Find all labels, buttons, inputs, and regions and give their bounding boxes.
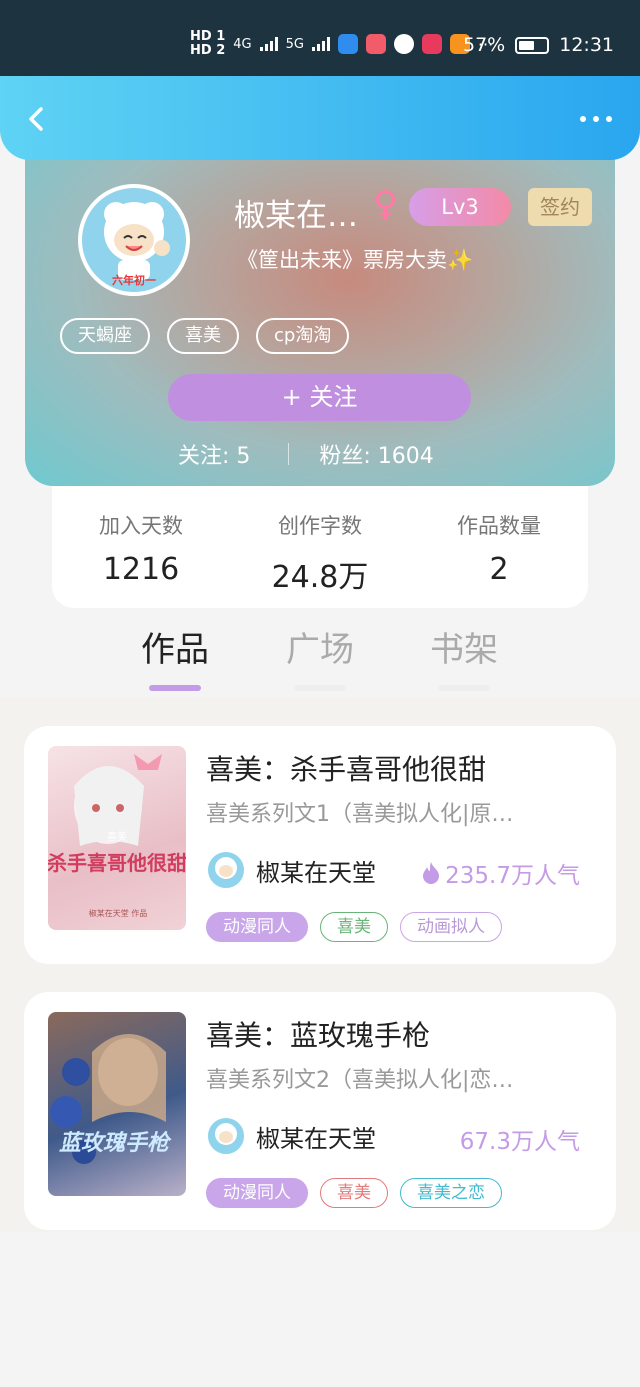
profile-header: 六年初一 椒某在… ♀ Lv3 签约 《筐出未来》票房大卖✨ 天蝎座 喜美 cp…: [25, 140, 615, 486]
app-notification-icon: [393, 34, 414, 54]
profile-tags: 天蝎座 喜美 cp淘淘: [60, 318, 350, 354]
battery-icon: [515, 36, 550, 54]
book-tags: 动漫同人 喜美 动画拟人: [206, 912, 502, 942]
book-author[interactable]: 椒某在天堂: [206, 1116, 376, 1156]
avatar[interactable]: 六年初一: [78, 184, 190, 296]
network-4g-label: 4G: [233, 36, 252, 52]
stat-label: 作品数量: [457, 514, 541, 538]
book-tags: 动漫同人 喜美 喜美之恋: [206, 1178, 502, 1208]
user-motto: 《筐出未来》票房大卖✨: [237, 248, 474, 272]
tab-label: 作品: [141, 630, 209, 670]
stat-label: 加入天数: [99, 514, 183, 538]
cover-illustration: 喜美 杀手喜哥他很甜 椒某在天堂 作品: [48, 754, 186, 918]
network-5g-label: 5G: [285, 36, 304, 52]
tab-bookshelf[interactable]: 书架: [404, 622, 524, 691]
book-card[interactable]: 蓝玫瑰手枪 喜美：蓝玫瑰手枪 喜美系列文2（喜美拟人化|恋… 椒某在天堂 67.…: [24, 992, 616, 1230]
female-gender-icon: ♀: [373, 184, 398, 224]
book-tag[interactable]: 喜美: [320, 912, 388, 942]
app-notification-icon: [365, 34, 386, 54]
popularity: 235.7万人气: [421, 856, 580, 890]
stat-value: 2: [489, 552, 509, 587]
book-tag[interactable]: 喜美之恋: [400, 1178, 502, 1208]
following-count[interactable]: 关注: 5: [178, 438, 250, 470]
cover-title-text: 蓝玫瑰手枪: [59, 1130, 172, 1156]
tab-indicator: [438, 685, 490, 691]
profile-tag[interactable]: cp淘淘: [256, 318, 350, 354]
stat-value: 24.8万: [271, 560, 369, 595]
author-name: 椒某在天堂: [256, 1124, 376, 1153]
back-chevron-icon[interactable]: [22, 104, 52, 134]
follow-counts: 关注: 5 粉丝: 1604: [178, 438, 434, 470]
cover-title-text: 杀手喜哥他很甜: [48, 851, 186, 875]
top-nav-bar: [0, 76, 640, 160]
tab-label: 书架: [430, 630, 498, 670]
profile-tag[interactable]: 天蝎座: [60, 318, 150, 354]
avatar-caption: 六年初一: [112, 274, 156, 287]
tab-indicator: [294, 685, 346, 691]
book-tag[interactable]: 喜美: [320, 1178, 388, 1208]
book-tag[interactable]: 动画拟人: [400, 912, 502, 942]
status-left: HD 1 HD 2 4G 5G ···: [190, 30, 493, 58]
book-tag[interactable]: 动漫同人: [206, 1178, 308, 1208]
stat-join-days: 加入天数 1216: [52, 510, 230, 587]
app-notification-icon: [337, 34, 358, 54]
book-author[interactable]: 椒某在天堂: [206, 850, 376, 890]
tab-label: 广场: [286, 630, 354, 670]
author-name: 椒某在天堂: [256, 858, 376, 887]
stat-value: 1216: [102, 552, 180, 587]
sim2-label: HD 2: [190, 43, 226, 58]
clock: 12:31: [559, 34, 614, 56]
flame-icon: [423, 862, 440, 884]
level-badge: Lv3: [409, 188, 511, 226]
tab-works[interactable]: 作品: [115, 622, 235, 691]
signal-icon: [311, 37, 330, 51]
author-avatar: [206, 850, 246, 890]
app-notification-icon: [421, 34, 442, 54]
followers-count[interactable]: 粉丝: 1604: [319, 438, 433, 470]
popularity: 67.3万人气: [460, 1122, 580, 1156]
sim1-label: HD 1: [190, 29, 226, 44]
status-bar: HD 1 HD 2 4G 5G ··· 57% 12:31: [0, 0, 640, 76]
signal-icon: [259, 37, 278, 51]
book-title: 喜美：杀手喜哥他很甜: [206, 753, 487, 786]
more-dots-icon[interactable]: [580, 116, 612, 122]
book-description: 喜美系列文1（喜美拟人化|原…: [206, 802, 514, 827]
cover-illustration: 蓝玫瑰手枪: [50, 1034, 172, 1164]
author-avatar: [206, 1116, 246, 1156]
book-description: 喜美系列文2（喜美拟人化|恋…: [206, 1068, 514, 1093]
profile-tag[interactable]: 喜美: [167, 318, 239, 354]
signed-author-badge: 签约: [528, 188, 592, 226]
cover-badge-text: 喜美: [107, 830, 127, 843]
tab-indicator: [149, 685, 201, 691]
content-tabs: 作品 广场 书架: [0, 622, 640, 696]
book-title: 喜美：蓝玫瑰手枪: [206, 1019, 431, 1052]
battery-percent: 57%: [463, 34, 506, 56]
status-right: 57% 12:31: [463, 34, 614, 56]
author-stats-card: 加入天数 1216 创作字数 24.8万 作品数量 2: [52, 486, 588, 608]
book-tag[interactable]: 动漫同人: [206, 912, 308, 942]
cover-author-text: 椒某在天堂 作品: [89, 908, 148, 918]
tab-square[interactable]: 广场: [260, 622, 380, 691]
stat-works-count: 作品数量 2: [410, 510, 588, 587]
stat-word-count: 创作字数 24.8万: [231, 510, 409, 596]
divider: [288, 443, 290, 465]
follow-button[interactable]: + 关注: [168, 374, 471, 421]
book-card[interactable]: 喜美 杀手喜哥他很甜 椒某在天堂 作品 喜美：杀手喜哥他很甜 喜美系列文1（喜美…: [24, 726, 616, 964]
stat-label: 创作字数: [278, 514, 362, 538]
popularity-value: 67.3万人气: [459, 1129, 580, 1155]
username: 椒某在…: [234, 198, 358, 234]
popularity-value: 235.7万人气: [445, 863, 580, 889]
book-cover-image[interactable]: 蓝玫瑰手枪: [48, 1012, 186, 1196]
book-cover-image[interactable]: 喜美 杀手喜哥他很甜 椒某在天堂 作品: [48, 746, 186, 930]
